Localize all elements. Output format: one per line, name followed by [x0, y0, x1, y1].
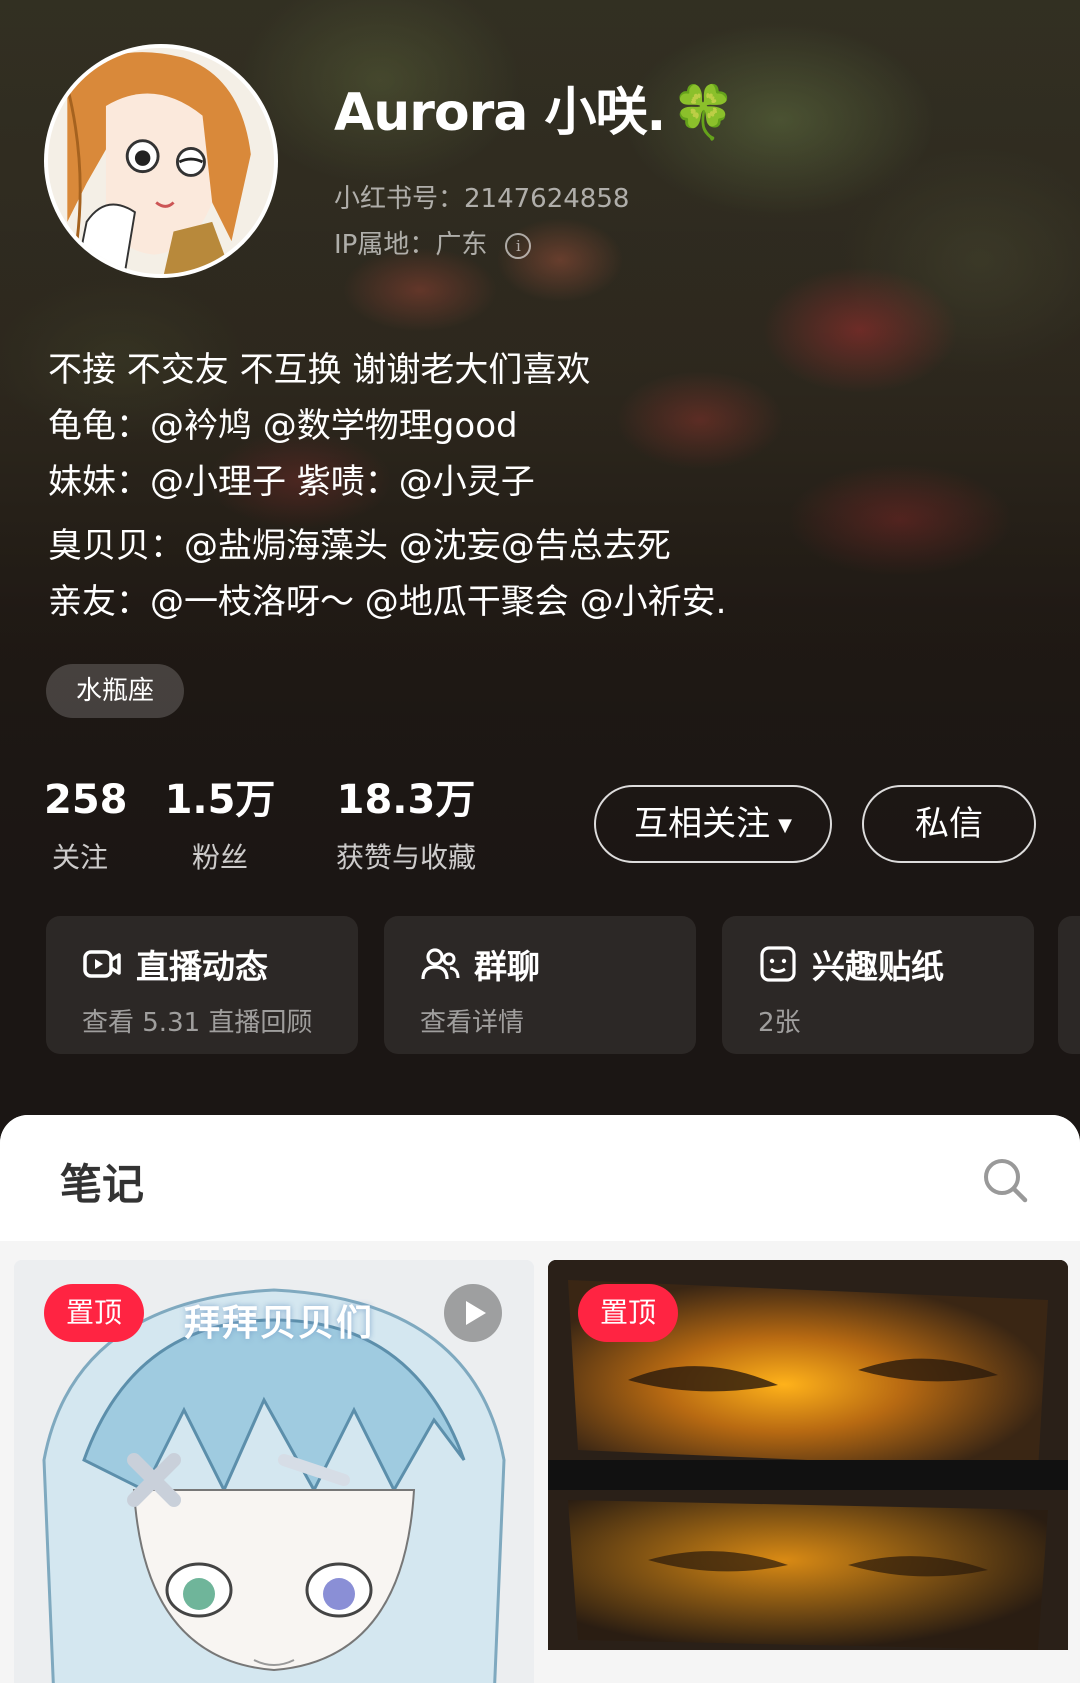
stat-following-count: 258	[44, 777, 128, 823]
group-chat-icon	[421, 948, 460, 980]
profile-name-text: Aurora 小咲.	[334, 83, 666, 143]
clover-emoji: 🍀	[671, 83, 736, 143]
zodiac-tag[interactable]: 水瓶座	[46, 664, 185, 718]
avatar-illustration	[48, 48, 274, 274]
stat-likes-label: 获赞与收藏	[335, 841, 476, 874]
notes-panel: 笔记 置顶 拜拜贝贝们 置顶	[0, 1115, 1080, 1683]
card-stickers-title-text: 兴趣贴纸	[812, 947, 944, 986]
stat-following-label: 关注	[51, 841, 108, 874]
pinned-badge: 置顶	[578, 1284, 678, 1342]
sticker-icon	[760, 946, 796, 982]
mutual-follow-button[interactable]: 互相关注 ▼	[594, 785, 832, 863]
avatar[interactable]	[44, 44, 278, 278]
account-id: 小红书号：2147624858	[334, 184, 630, 214]
card-next-partial[interactable]	[1058, 916, 1080, 1054]
note-overlay-text: 拜拜贝贝们	[184, 1303, 375, 1344]
bio: 不接 不交友 不互换 谢谢老大们喜欢 龟龟：@衿鸠 @数学物理good 妹妹：@…	[48, 342, 726, 630]
info-icon[interactable]: i	[505, 232, 532, 259]
pinned-badge: 置顶	[44, 1284, 144, 1342]
card-stickers-sub: 2张	[758, 1008, 801, 1038]
note-card[interactable]: 置顶	[548, 1260, 1068, 1683]
bio-line: 臭贝贝：@盐焗海藻头 @沈妄@告总去死	[48, 526, 671, 566]
bio-line: 不接 不交友 不互换 谢谢老大们喜欢	[48, 350, 591, 390]
stat-fans[interactable]: 1.5万 粉丝	[164, 778, 276, 876]
stat-likes[interactable]: 18.3万 获赞与收藏	[326, 778, 486, 876]
tab-notes[interactable]: 笔记	[60, 1151, 144, 1212]
ip-location: IP属地：广东 i	[334, 224, 532, 261]
message-button[interactable]: 私信	[862, 785, 1036, 863]
stat-following[interactable]: 258 关注	[44, 777, 128, 876]
profile-name: Aurora 小咲. 🍀	[334, 70, 736, 145]
mutual-follow-label: 互相关注	[634, 804, 771, 844]
card-live-title: 直播动态	[82, 940, 268, 988]
card-group-chat[interactable]: 群聊 查看详情	[384, 916, 696, 1054]
card-stickers-title: 兴趣贴纸	[758, 940, 944, 988]
card-group-title: 群聊	[420, 940, 540, 988]
search-icon[interactable]	[980, 1155, 1030, 1205]
bio-line: 龟龟：@衿鸠 @数学物理good	[48, 406, 518, 446]
notes-header: 笔记	[0, 1115, 1080, 1241]
card-group-sub: 查看详情	[420, 1008, 525, 1038]
card-live[interactable]: 直播动态 查看 5.31 直播回顾	[46, 916, 358, 1054]
caret-down-icon: ▼	[778, 814, 792, 836]
card-live-sub: 查看 5.31 直播回顾	[82, 1008, 313, 1038]
ip-location-text: IP属地：广东	[334, 230, 488, 260]
stat-likes-count: 18.3万	[336, 777, 476, 823]
card-group-title-text: 群聊	[474, 947, 540, 986]
video-play-icon	[444, 1284, 502, 1342]
stat-fans-count: 1.5万	[164, 777, 276, 823]
card-live-title-text: 直播动态	[136, 947, 268, 986]
stat-fans-label: 粉丝	[191, 841, 248, 874]
live-video-icon	[83, 950, 121, 978]
card-stickers[interactable]: 兴趣贴纸 2张	[722, 916, 1034, 1054]
note-card[interactable]: 置顶 拜拜贝贝们	[14, 1260, 534, 1683]
bio-line: 亲友：@一枝洛呀～ @地瓜干聚会 @小祈安.	[48, 582, 727, 622]
bio-line: 妹妹：@小理子 紫啧：@小灵子	[48, 462, 535, 502]
